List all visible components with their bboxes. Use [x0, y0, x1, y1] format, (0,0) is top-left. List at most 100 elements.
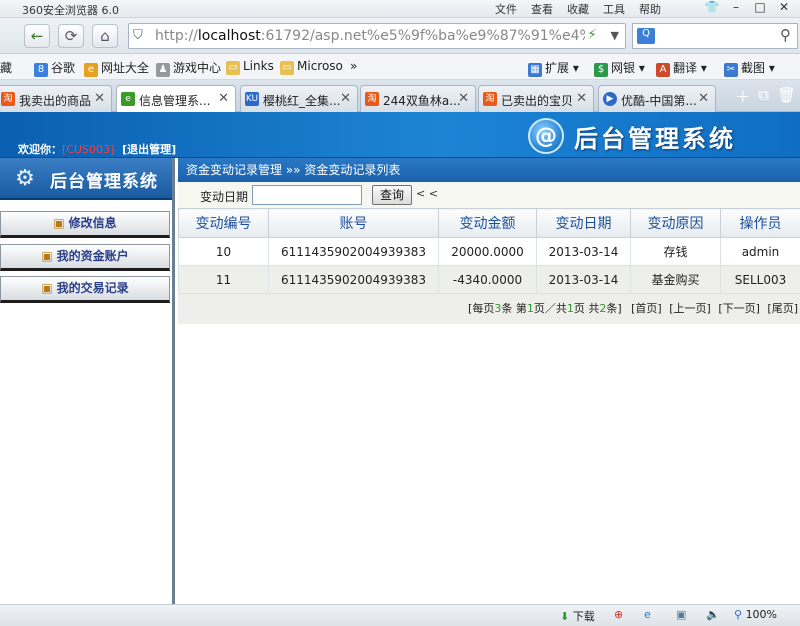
plus-circle-icon[interactable]: ⊕	[614, 608, 623, 621]
close-tab-icon[interactable]: ✕	[340, 91, 351, 106]
sidebar-item-fund-account[interactable]: ▣ 我的资金账户	[0, 244, 170, 271]
tab-cherry[interactable]: KU 樱桃红_全集... ✕	[240, 85, 358, 112]
date-picker-arrows[interactable]: < <	[416, 187, 438, 200]
fav-google[interactable]: 8 谷歌	[34, 59, 75, 77]
fav-links[interactable]: ▭ Links	[226, 59, 274, 75]
close-tab-icon[interactable]: ✕	[458, 91, 469, 106]
cell-date: 2013-03-14	[536, 237, 631, 266]
zoom-level[interactable]: ⚲ 100%	[734, 608, 777, 621]
close-tab-icon[interactable]: ✕	[698, 91, 709, 106]
maximize-icon[interactable]: □	[748, 0, 772, 17]
tab-bar: 淘 我卖出的商品 ✕ e 信息管理系... ✕ KU 樱桃红_全集... ✕ 淘…	[0, 80, 800, 113]
admin-logo-icon: ⚙	[15, 166, 35, 191]
close-tab-icon[interactable]: ✕	[218, 91, 229, 106]
cell-date: 2013-03-14	[536, 265, 631, 294]
fav-hao[interactable]: e 网址大全	[84, 59, 149, 77]
breadcrumb: 资金变动记录管理 »» 资金变动记录列表	[178, 158, 800, 182]
cell-reason: 存钱	[630, 237, 721, 266]
fav-collect[interactable]: 藏	[0, 59, 12, 76]
search-box[interactable]: Q ⚲	[632, 23, 798, 49]
main-panel: 资金变动记录管理 »» 资金变动记录列表 变动日期 查询 < < 变动编号 账号…	[178, 158, 800, 604]
table-header-row: 变动编号 账号 变动金额 变动日期 变动原因 操作员	[178, 208, 800, 238]
menu-tools[interactable]: 工具	[596, 1, 632, 17]
cell-account: 6111435902004939383	[268, 265, 439, 294]
restore-tab-icon[interactable]: ⧉	[758, 86, 769, 107]
translate-icon: A	[656, 63, 670, 77]
download-status[interactable]: ⬇ 下载	[560, 608, 595, 624]
next-page-link[interactable]: [下一页]	[718, 302, 760, 315]
fav-more[interactable]: »	[350, 59, 357, 73]
browser-title: 360安全浏览器 6.0	[22, 4, 119, 17]
speaker-icon[interactable]: 🔈	[706, 608, 720, 621]
search-icon[interactable]: ⚲	[780, 26, 791, 44]
address-url[interactable]: http://localhost:61792/asp.net%e5%9f%ba%…	[155, 28, 585, 44]
zoom-icon: ⚲	[734, 608, 743, 621]
address-bar[interactable]: ⛉ http://localhost:61792/asp.net%e5%9f%b…	[128, 23, 626, 49]
back-button[interactable]: ←	[24, 24, 50, 48]
chevron-down-icon[interactable]: ▼	[611, 29, 619, 42]
cell-amount: -4340.0000	[438, 265, 537, 294]
tab-pisces[interactable]: 淘 244双鱼林a... ✕	[360, 85, 476, 112]
prev-page-link[interactable]: [上一页]	[669, 302, 711, 315]
welcome-text: 欢迎你：[CUS003] [退出管理]	[18, 143, 177, 156]
tab-info-system[interactable]: e 信息管理系... ✕	[116, 85, 236, 113]
at-logo-icon: @	[528, 118, 564, 154]
refresh-button[interactable]: ⟳	[58, 24, 84, 48]
tab-sold-babies[interactable]: 淘 已卖出的宝贝 ✕	[478, 85, 594, 112]
taobao-icon: 淘	[365, 92, 379, 106]
fav-games[interactable]: ♟ 游戏中心	[156, 59, 221, 77]
ext-extend[interactable]: ▦ 扩展 ▾	[528, 59, 579, 77]
folder-icon: ▭	[226, 61, 240, 75]
cell-reason: 基金购买	[630, 265, 721, 294]
game-icon: ♟	[156, 63, 170, 77]
menu-view[interactable]: 查看	[524, 1, 560, 17]
ext-bank[interactable]: $ 网银 ▾	[594, 59, 645, 77]
folder-icon: ▣	[53, 216, 65, 230]
bolt-icon[interactable]: ⚡	[587, 27, 597, 43]
logout-link[interactable]: [退出管理]	[122, 143, 176, 156]
refresh-icon: ⟳	[64, 27, 78, 45]
ku-icon: KU	[245, 92, 259, 106]
close-tab-icon[interactable]: ✕	[576, 91, 587, 106]
tab-tools: ＋ ⧉ 🗑	[735, 86, 796, 107]
query-button[interactable]: 查询	[372, 185, 412, 205]
window-icon[interactable]: ▣	[676, 608, 686, 621]
minimize-icon[interactable]: –	[724, 0, 748, 17]
skin-icon[interactable]: 👕	[700, 0, 724, 17]
search-engine-icon[interactable]: Q	[637, 28, 655, 44]
sidebar-header: ⚙ 后台管理系统	[0, 158, 172, 200]
menu-favorites[interactable]: 收藏	[560, 1, 596, 17]
status-bar: ⬇ 下载 ⊕ e ▣ 🔈 ⚲ 100%	[0, 604, 800, 626]
first-page-link[interactable]: [首页]	[631, 302, 662, 315]
close-tab-icon[interactable]: ✕	[94, 91, 105, 106]
bank-icon: $	[594, 63, 608, 77]
close-window-icon[interactable]: ✕	[772, 0, 796, 17]
menu-file[interactable]: 文件	[488, 1, 524, 17]
google-icon: 8	[34, 63, 48, 77]
last-page-link[interactable]: [尾页]	[767, 302, 798, 315]
ext-translate[interactable]: A 翻译 ▾	[656, 59, 707, 77]
trash-icon[interactable]: 🗑	[777, 86, 796, 107]
ext-screenshot[interactable]: ✂ 截图 ▾	[724, 59, 775, 77]
table-row: 10 6111435902004939383 20000.0000 2013-0…	[178, 237, 800, 266]
home-button[interactable]: ⌂	[92, 24, 118, 48]
col-operator: 操作员	[720, 208, 800, 238]
menu-help[interactable]: 帮助	[632, 1, 668, 17]
col-amount: 变动金额	[438, 208, 537, 238]
col-change-id: 变动编号	[178, 208, 269, 238]
fav-microsoft[interactable]: ▭ Microso	[280, 59, 343, 75]
taobao-icon: 淘	[1, 92, 15, 106]
browser-titlebar: 360安全浏览器 6.0 文件 查看 收藏 工具 帮助 👕 – □ ✕	[0, 0, 800, 18]
folder-icon: ▣	[41, 249, 53, 263]
tab-youku[interactable]: ▶ 优酷-中国第... ✕	[598, 85, 716, 112]
sidebar-item-edit-info[interactable]: ▣ 修改信息	[0, 211, 170, 238]
ie-mode-icon[interactable]: e	[644, 608, 651, 621]
ie-icon: e	[121, 92, 135, 106]
download-arrow-icon: ⬇	[560, 610, 570, 623]
date-input[interactable]	[252, 185, 362, 205]
taobao-icon: 淘	[483, 92, 497, 106]
cell-operator: admin	[720, 237, 800, 266]
new-tab-icon[interactable]: ＋	[735, 86, 750, 107]
tab-sold-items[interactable]: 淘 我卖出的商品 ✕	[0, 85, 112, 112]
sidebar-item-trade-records[interactable]: ▣ 我的交易记录	[0, 276, 170, 303]
